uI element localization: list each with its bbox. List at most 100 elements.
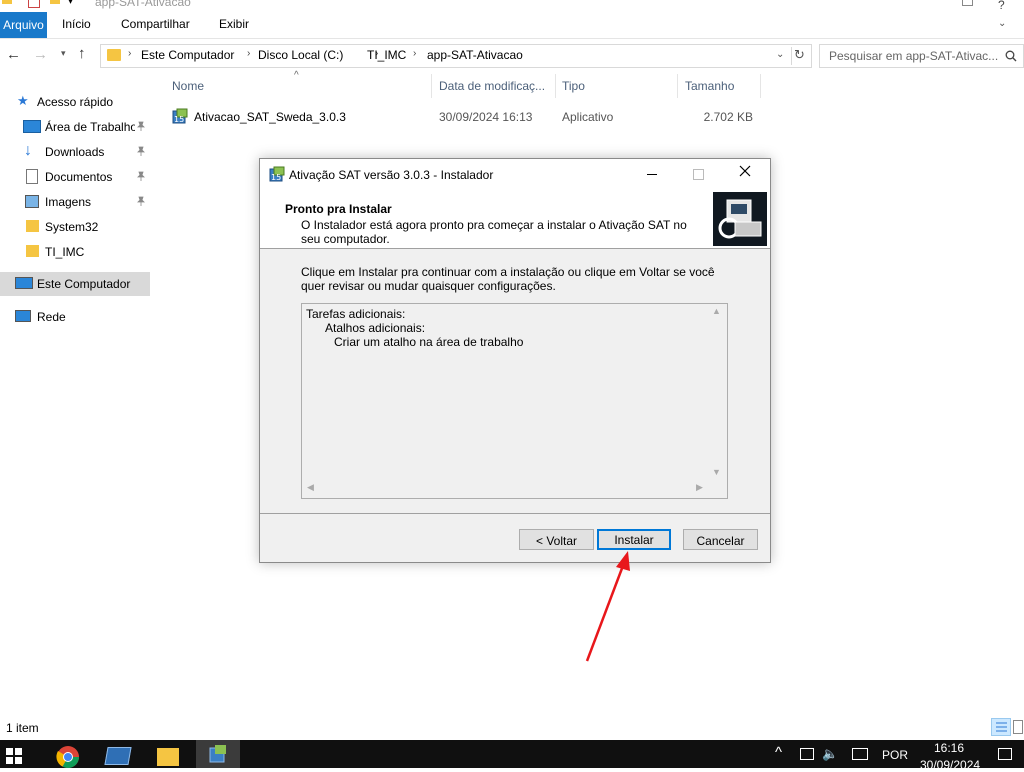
properties-icon[interactable] xyxy=(28,0,40,8)
address-dropdown-icon[interactable]: ⌄ xyxy=(776,49,784,60)
large-icons-view-icon[interactable] xyxy=(1013,720,1023,734)
file-size: 2.702 KB xyxy=(703,110,753,124)
sidebar-item-documents[interactable]: Documentos xyxy=(0,165,150,189)
sidebar-item-network[interactable]: Rede xyxy=(0,305,150,329)
notifications-icon[interactable] xyxy=(998,748,1012,760)
close-button[interactable] xyxy=(738,164,752,178)
column-header-type[interactable]: Tipo xyxy=(562,79,585,93)
clock-time[interactable]: 16:16 xyxy=(934,741,964,755)
help-icon[interactable]: ? xyxy=(998,0,1005,12)
sidebar-item-quick-access[interactable]: ★ Acesso rápido xyxy=(0,90,150,114)
memo-line: Criar um atalho na área de trabalho xyxy=(334,335,524,349)
column-divider[interactable] xyxy=(555,74,556,98)
folder-icon xyxy=(107,49,121,61)
folder-icon xyxy=(2,0,12,4)
column-divider[interactable] xyxy=(760,74,761,98)
pin-icon xyxy=(136,146,146,156)
installer-task-button[interactable] xyxy=(196,740,240,768)
sidebar-item-label: TI_IMC xyxy=(45,245,85,259)
quick-access-dropdown-icon[interactable]: ▾ xyxy=(68,0,73,7)
column-header-name[interactable]: Nome xyxy=(172,79,204,93)
refresh-icon[interactable]: ↻ xyxy=(794,47,805,63)
divider xyxy=(260,513,770,514)
ready-memo[interactable]: Tarefas adicionais: Atalhos adicionais: … xyxy=(301,303,728,499)
breadcrumb-app-sat[interactable]: app-SAT-Ativacao xyxy=(427,48,523,62)
sidebar-item-label: System32 xyxy=(45,220,99,234)
search-box[interactable]: Pesquisar em app-SAT-Ativac... xyxy=(819,44,1024,68)
network-tray-icon[interactable] xyxy=(800,748,814,760)
dialog-header: Pronto pra Instalar O Instalador está ag… xyxy=(260,190,770,249)
installer-app-icon: 15 xyxy=(172,108,188,124)
folder-icon xyxy=(26,245,39,257)
tab-share[interactable]: Compartilhar xyxy=(121,17,190,31)
page-title: Pronto pra Instalar xyxy=(285,202,392,216)
address-bar[interactable]: › Este Computador › Disco Local (C:) › T… xyxy=(100,44,812,68)
chrome-icon[interactable] xyxy=(56,745,80,769)
maximize-button[interactable] xyxy=(962,0,973,6)
ribbon: Arquivo Início Compartilhar Exibir ⌄ xyxy=(0,12,1024,39)
scroll-down-icon[interactable]: ▼ xyxy=(712,467,721,477)
installer-dialog: 15 Ativação SAT versão 3.0.3 - Instalado… xyxy=(259,158,771,563)
breadcrumb-this-pc[interactable]: Este Computador xyxy=(141,48,234,62)
breadcrumb-separator-icon[interactable]: › xyxy=(247,48,250,59)
table-row[interactable]: 15 Ativacao_SAT_Sweda_3.0.3 30/09/2024 1… xyxy=(166,104,766,128)
sidebar-item-label: Documentos xyxy=(45,170,113,184)
sidebar-item-ti-imc[interactable]: TI_IMC xyxy=(0,240,150,264)
clock-date[interactable]: 30/09/2024 xyxy=(920,758,980,772)
sidebar-item-this-pc[interactable]: Este Computador xyxy=(0,272,150,296)
new-folder-icon[interactable] xyxy=(50,0,60,4)
navigation-pane: ★ Acesso rápido Área de Trabalho ↓ Downl… xyxy=(0,88,152,716)
breadcrumb-ti-imc[interactable]: TI_IMC xyxy=(367,48,406,62)
file-modified: 30/09/2024 16:13 xyxy=(439,110,533,124)
pin-icon xyxy=(136,196,146,206)
sidebar-item-label: Este Computador xyxy=(37,277,131,291)
sidebar-item-images[interactable]: Imagens xyxy=(0,190,150,214)
details-view-icon[interactable] xyxy=(991,718,1011,736)
keyboard-icon[interactable] xyxy=(852,748,868,760)
annotation-arrow-icon xyxy=(585,551,630,662)
column-header-size[interactable]: Tamanho xyxy=(685,79,734,93)
breadcrumb-local-disk[interactable]: Disco Local (C:) xyxy=(258,48,343,62)
tray-overflow-icon[interactable]: ^ xyxy=(775,744,782,761)
sidebar-item-label: Rede xyxy=(37,310,66,324)
scroll-right-icon[interactable]: ▶ xyxy=(696,482,703,493)
divider xyxy=(791,47,792,65)
sort-ascending-icon: ^ xyxy=(294,70,299,81)
chevron-down-icon[interactable]: ⌄ xyxy=(998,18,1006,29)
file-type: Aplicativo xyxy=(562,110,614,124)
search-icon[interactable] xyxy=(1005,50,1017,62)
explorer-titlebar: ▾ app-SAT-Ativacao ? xyxy=(0,0,1024,12)
dialog-titlebar[interactable]: 15 Ativação SAT versão 3.0.3 - Instalado… xyxy=(260,159,770,190)
cancel-button[interactable]: Cancelar xyxy=(683,529,758,550)
forward-arrow-icon[interactable]: → xyxy=(33,46,48,63)
recent-locations-icon[interactable]: ▾ xyxy=(61,48,66,59)
search-input[interactable]: Pesquisar em app-SAT-Ativac... xyxy=(829,49,998,63)
input-language[interactable]: POR xyxy=(882,748,908,762)
back-arrow-icon[interactable]: ← xyxy=(6,46,21,63)
server-manager-icon[interactable] xyxy=(104,747,132,765)
desktop-icon xyxy=(23,120,41,133)
start-windows-icon[interactable] xyxy=(6,748,22,764)
column-divider[interactable] xyxy=(677,74,678,98)
file-explorer-icon[interactable] xyxy=(157,748,179,766)
scroll-left-icon[interactable]: ◀ xyxy=(307,482,314,493)
column-divider[interactable] xyxy=(431,74,432,98)
sidebar-item-label: Downloads xyxy=(45,145,105,159)
minimize-button[interactable] xyxy=(647,174,657,175)
sidebar-item-downloads[interactable]: ↓ Downloads xyxy=(0,140,150,164)
sidebar-item-desktop[interactable]: Área de Trabalho xyxy=(0,115,150,139)
tab-view[interactable]: Exibir xyxy=(219,17,249,31)
window-title: app-SAT-Ativacao xyxy=(95,0,191,9)
taskbar: ^ 🔈 POR 16:16 30/09/2024 xyxy=(0,740,1024,772)
star-icon: ★ xyxy=(17,93,29,108)
breadcrumb-separator-icon[interactable]: › xyxy=(128,48,131,59)
scroll-up-icon[interactable]: ▲ xyxy=(712,306,721,316)
up-arrow-icon[interactable]: ↑ xyxy=(78,45,86,62)
breadcrumb-separator-icon[interactable]: › xyxy=(413,48,416,59)
column-header-modified[interactable]: Data de modificaç... xyxy=(439,79,545,93)
sidebar-item-system32[interactable]: System32 xyxy=(0,215,150,239)
tab-home[interactable]: Início xyxy=(62,17,91,31)
volume-muted-icon[interactable]: 🔈 xyxy=(822,746,838,762)
sidebar-item-label: Imagens xyxy=(45,195,92,209)
tab-file[interactable]: Arquivo xyxy=(0,12,47,38)
